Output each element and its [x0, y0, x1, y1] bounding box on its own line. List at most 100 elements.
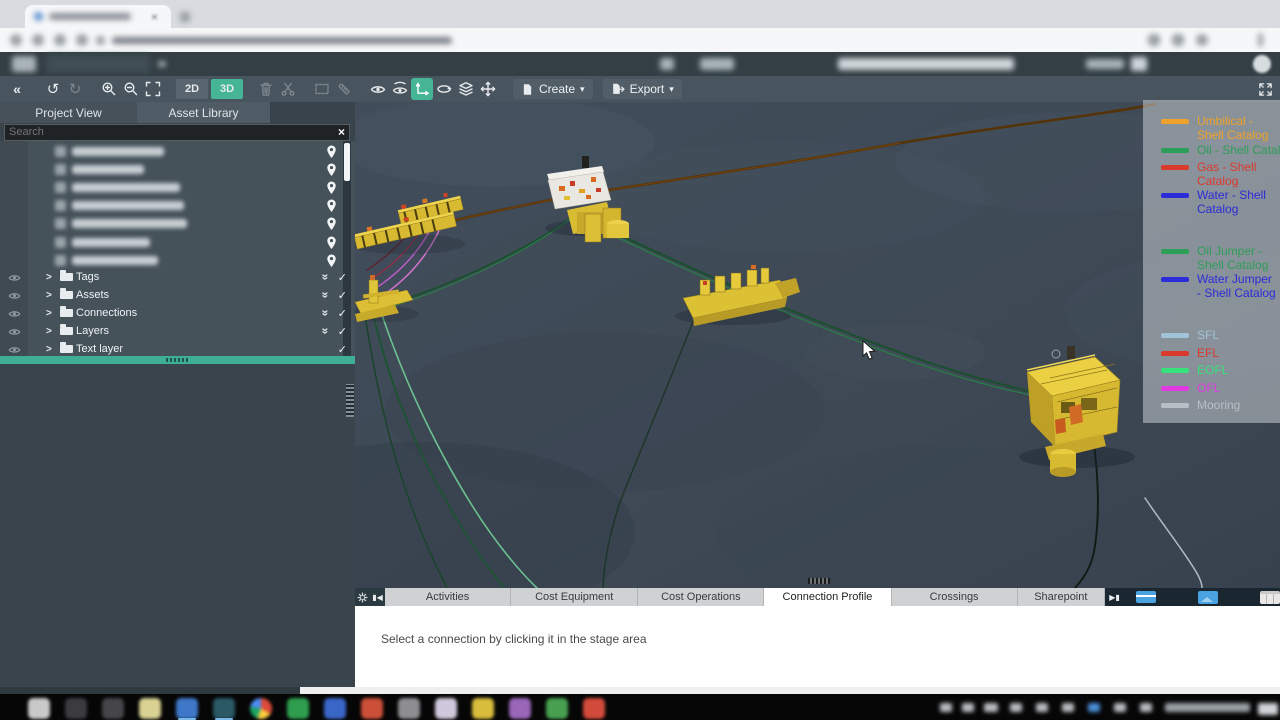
tray-icon[interactable]: [984, 703, 998, 712]
eye-icon[interactable]: [0, 289, 28, 302]
dock-app-icon[interactable]: [398, 698, 420, 719]
image-view-icon[interactable]: [1198, 591, 1218, 604]
map-pin-icon[interactable]: [326, 145, 337, 159]
tab-connection-profile[interactable]: Connection Profile: [764, 588, 891, 606]
dock-app-icon[interactable]: [509, 698, 531, 719]
table-view-icon[interactable]: [1136, 591, 1156, 603]
zoom-in-button[interactable]: [98, 78, 120, 100]
expand-arrow-icon[interactable]: >: [46, 308, 60, 319]
orbit-mode-button[interactable]: [433, 78, 455, 100]
tab-sharepoint[interactable]: Sharepoint: [1018, 588, 1105, 606]
eye-icon[interactable]: [0, 271, 28, 284]
tray-icon[interactable]: [1140, 703, 1152, 712]
browser-back-icon[interactable]: [10, 34, 22, 46]
chevron-down-icon[interactable]: [158, 61, 166, 67]
tray-icon[interactable]: [1036, 703, 1048, 712]
dock-app-icon[interactable]: [324, 698, 346, 719]
tray-icon[interactable]: [962, 703, 974, 712]
dock-app-icon[interactable]: [546, 698, 568, 719]
map-pin-icon[interactable]: [326, 254, 337, 268]
dock-app-icon[interactable]: [583, 698, 605, 719]
dock-app-icon[interactable]: [472, 698, 494, 719]
browser-new-tab-button[interactable]: [180, 12, 190, 22]
layers-button[interactable]: [455, 78, 477, 100]
project-name-button-blurred[interactable]: [46, 55, 150, 73]
redo-button[interactable]: ↻: [64, 78, 86, 100]
scroll-tabs-end-button[interactable]: ▶▮: [1107, 588, 1122, 606]
browser-extension-icon[interactable]: [1148, 34, 1160, 46]
dock-app-icon[interactable]: [102, 698, 124, 719]
map-pin-icon[interactable]: [326, 236, 337, 250]
visibility-button[interactable]: [367, 78, 389, 100]
map-pin-icon[interactable]: [326, 163, 337, 177]
visibility-labels-button[interactable]: [389, 78, 411, 100]
browser-reload-icon[interactable]: [54, 34, 66, 46]
tab-cost-equipment[interactable]: Cost Equipment: [511, 588, 638, 606]
dock-app-icon[interactable]: [65, 698, 87, 719]
tree-folder-connections[interactable]: > Connections »✓: [0, 304, 355, 322]
eye-icon[interactable]: [0, 325, 28, 338]
browser-tab[interactable]: ×: [25, 5, 171, 28]
check-icon[interactable]: ✓: [338, 343, 347, 356]
tree-folder-label[interactable]: Text layer: [76, 343, 123, 355]
expand-arrow-icon[interactable]: >: [46, 326, 60, 337]
fullscreen-button[interactable]: [1254, 78, 1276, 100]
tray-icon[interactable]: [1088, 703, 1100, 712]
map-pin-icon[interactable]: [326, 181, 337, 195]
eye-icon[interactable]: [0, 307, 28, 320]
tray-icon[interactable]: [940, 703, 952, 712]
collapse-all-icon[interactable]: »: [318, 328, 332, 335]
tree-item-blurred[interactable]: [55, 145, 164, 158]
header-icon-blurred[interactable]: [1131, 57, 1147, 71]
tree-item-blurred[interactable]: [55, 181, 180, 194]
show-desktop-button[interactable]: [1258, 703, 1278, 715]
tree-item-blurred[interactable]: [55, 199, 184, 212]
browser-extension-icon[interactable]: [1172, 34, 1184, 46]
delete-button[interactable]: [255, 78, 277, 100]
tree-scrollbar-thumb[interactable]: [344, 143, 350, 181]
dock-app-icon[interactable]: [287, 698, 309, 719]
eye-icon[interactable]: [0, 343, 28, 356]
tab-cost-operations[interactable]: Cost Operations: [638, 588, 764, 606]
tree-item-blurred[interactable]: [55, 163, 144, 176]
fit-view-button[interactable]: [142, 78, 164, 100]
dock-app-icon[interactable]: [28, 698, 50, 719]
dock-app-icon[interactable]: [361, 698, 383, 719]
header-item-blurred[interactable]: [700, 58, 734, 70]
collapse-all-icon[interactable]: »: [318, 310, 332, 317]
header-icon-blurred[interactable]: [660, 58, 674, 70]
check-icon[interactable]: ✓: [338, 271, 347, 284]
tree-item-blurred[interactable]: [55, 217, 187, 230]
search-clear-icon[interactable]: ×: [338, 125, 345, 139]
tree-item-blurred[interactable]: [55, 254, 158, 267]
tab-project-view[interactable]: Project View: [0, 102, 137, 123]
tray-clock-area[interactable]: [1165, 703, 1250, 712]
map-pin-icon[interactable]: [326, 217, 337, 231]
expand-arrow-icon[interactable]: >: [46, 344, 60, 355]
panel-settings-button[interactable]: [355, 588, 370, 606]
browser-menu-icon[interactable]: [1258, 33, 1263, 47]
dock-app-icon[interactable]: [213, 698, 235, 719]
create-button[interactable]: Create ▾: [513, 79, 593, 99]
export-button[interactable]: Export ▾: [603, 79, 682, 99]
tray-icon[interactable]: [1062, 703, 1074, 712]
dock-app-icon[interactable]: [435, 698, 457, 719]
browser-address-bar[interactable]: [0, 28, 1280, 53]
check-icon[interactable]: ✓: [338, 289, 347, 302]
viewport-splitter-handle[interactable]: [346, 384, 354, 417]
tree-item-blurred[interactable]: [55, 236, 150, 249]
bottom-panel-grip[interactable]: [808, 578, 830, 584]
measure-button[interactable]: [333, 78, 355, 100]
tree-folder-label[interactable]: Layers: [76, 325, 109, 337]
stage-3d-viewport[interactable]: [355, 102, 1280, 588]
scroll-tabs-start-button[interactable]: ▮◀: [370, 588, 385, 606]
browser-tab-close-icon[interactable]: ×: [151, 10, 163, 22]
tab-asset-library[interactable]: Asset Library: [137, 102, 270, 123]
browser-forward-icon[interactable]: [32, 34, 44, 46]
tree-folder-tags[interactable]: > Tags »✓: [0, 268, 355, 286]
undo-button[interactable]: ↺: [42, 78, 64, 100]
url-text-blurred[interactable]: [112, 37, 452, 44]
tree-folder-label[interactable]: Assets: [76, 289, 109, 301]
axis-mode-button[interactable]: [411, 78, 433, 100]
collapse-sidebar-button[interactable]: «: [6, 78, 28, 100]
